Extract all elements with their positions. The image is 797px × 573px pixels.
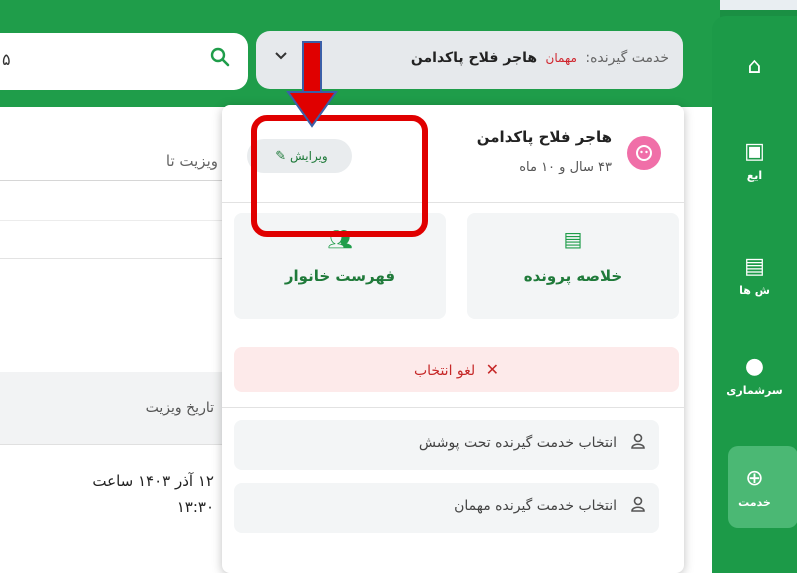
client-name: هاجر فلاح پاکدامن — [410, 50, 538, 66]
client-selector-label: خدمت گیرنده: — [585, 50, 669, 66]
close-icon: ✕ — [485, 360, 500, 379]
divider — [222, 407, 684, 408]
annotation-arrow-icon — [286, 41, 338, 128]
home-icon: ⌂ — [747, 54, 762, 79]
cancel-selection-button[interactable]: ✕ لغو انتخاب — [234, 347, 679, 392]
search-box[interactable]: ۵ — [0, 33, 248, 90]
select-covered-client-button[interactable]: انتخاب خدمت گیرنده تحت پوشش — [234, 420, 659, 470]
person-icon: ● — [744, 354, 765, 379]
sidebar-item-service[interactable]: ⊕ خدمت — [712, 466, 797, 510]
visit-date-line1: ۱۲ آذر ۱۴۰۳ ساعت — [92, 472, 214, 490]
visit-to-label: ویزیت تا — [165, 152, 218, 170]
sidebar-item-label: سرشماری — [726, 384, 783, 397]
visit-date-line2: ۱۳:۳۰ — [176, 498, 214, 516]
clipboard-icon: ▣ — [744, 139, 765, 164]
case-summary-label: خلاصه پرونده — [523, 267, 623, 285]
globe-icon: ⊕ — [745, 466, 764, 491]
search-icon[interactable] — [210, 47, 230, 73]
divider — [0, 220, 222, 221]
visit-to-field[interactable]: ویزیت تا — [0, 140, 222, 181]
select-guest-client-button[interactable]: انتخاب خدمت گیرنده مهمان — [234, 483, 659, 533]
annotation-highlight-box — [251, 115, 428, 237]
table-header: تاریخ ویزیت — [0, 372, 222, 445]
select-guest-client-label: انتخاب خدمت گیرنده مهمان — [454, 498, 617, 514]
sidebar-item-home[interactable]: ⌂ — [712, 56, 797, 78]
user-name: هاجر فلاح پاکدامن — [476, 128, 612, 146]
sidebar-item-label: ش ها — [739, 284, 770, 297]
avatar — [627, 136, 661, 170]
select-covered-client-label: انتخاب خدمت گیرنده تحت پوشش — [418, 435, 617, 451]
user-age: ۴۳ سال و ۱۰ ماه — [519, 160, 612, 175]
sidebar-item-census[interactable]: ● سرشماری — [712, 354, 797, 398]
table-cell-visit-date: ۱۲ آذر ۱۴۰۳ ساعت ۱۳:۳۰ — [0, 468, 214, 520]
sidebar-item-1[interactable]: ▣ ایع — [712, 139, 797, 183]
column-header-visit-date: تاریخ ویزیت — [145, 400, 214, 416]
document-icon: ▤ — [563, 227, 583, 251]
sidebar: ⌂ ▣ ایع ▤ ش ها ● سرشماری ⊕ خدمت — [712, 16, 797, 573]
search-input-value[interactable]: ۵ — [2, 50, 11, 69]
user-icon — [631, 496, 645, 516]
guest-tag: مهمان — [545, 51, 577, 65]
case-summary-button[interactable]: ▤ خلاصه پرونده — [467, 213, 679, 319]
divider — [0, 258, 222, 259]
user-icon — [631, 433, 645, 453]
sidebar-item-label: خدمت — [738, 496, 771, 509]
sidebar-item-2[interactable]: ▤ ش ها — [712, 254, 797, 298]
report-icon: ▤ — [744, 254, 765, 279]
sidebar-item-label: ایع — [746, 169, 763, 182]
family-list-label: فهرست خانوار — [284, 267, 396, 285]
cancel-selection-label: لغو انتخاب — [413, 363, 476, 379]
